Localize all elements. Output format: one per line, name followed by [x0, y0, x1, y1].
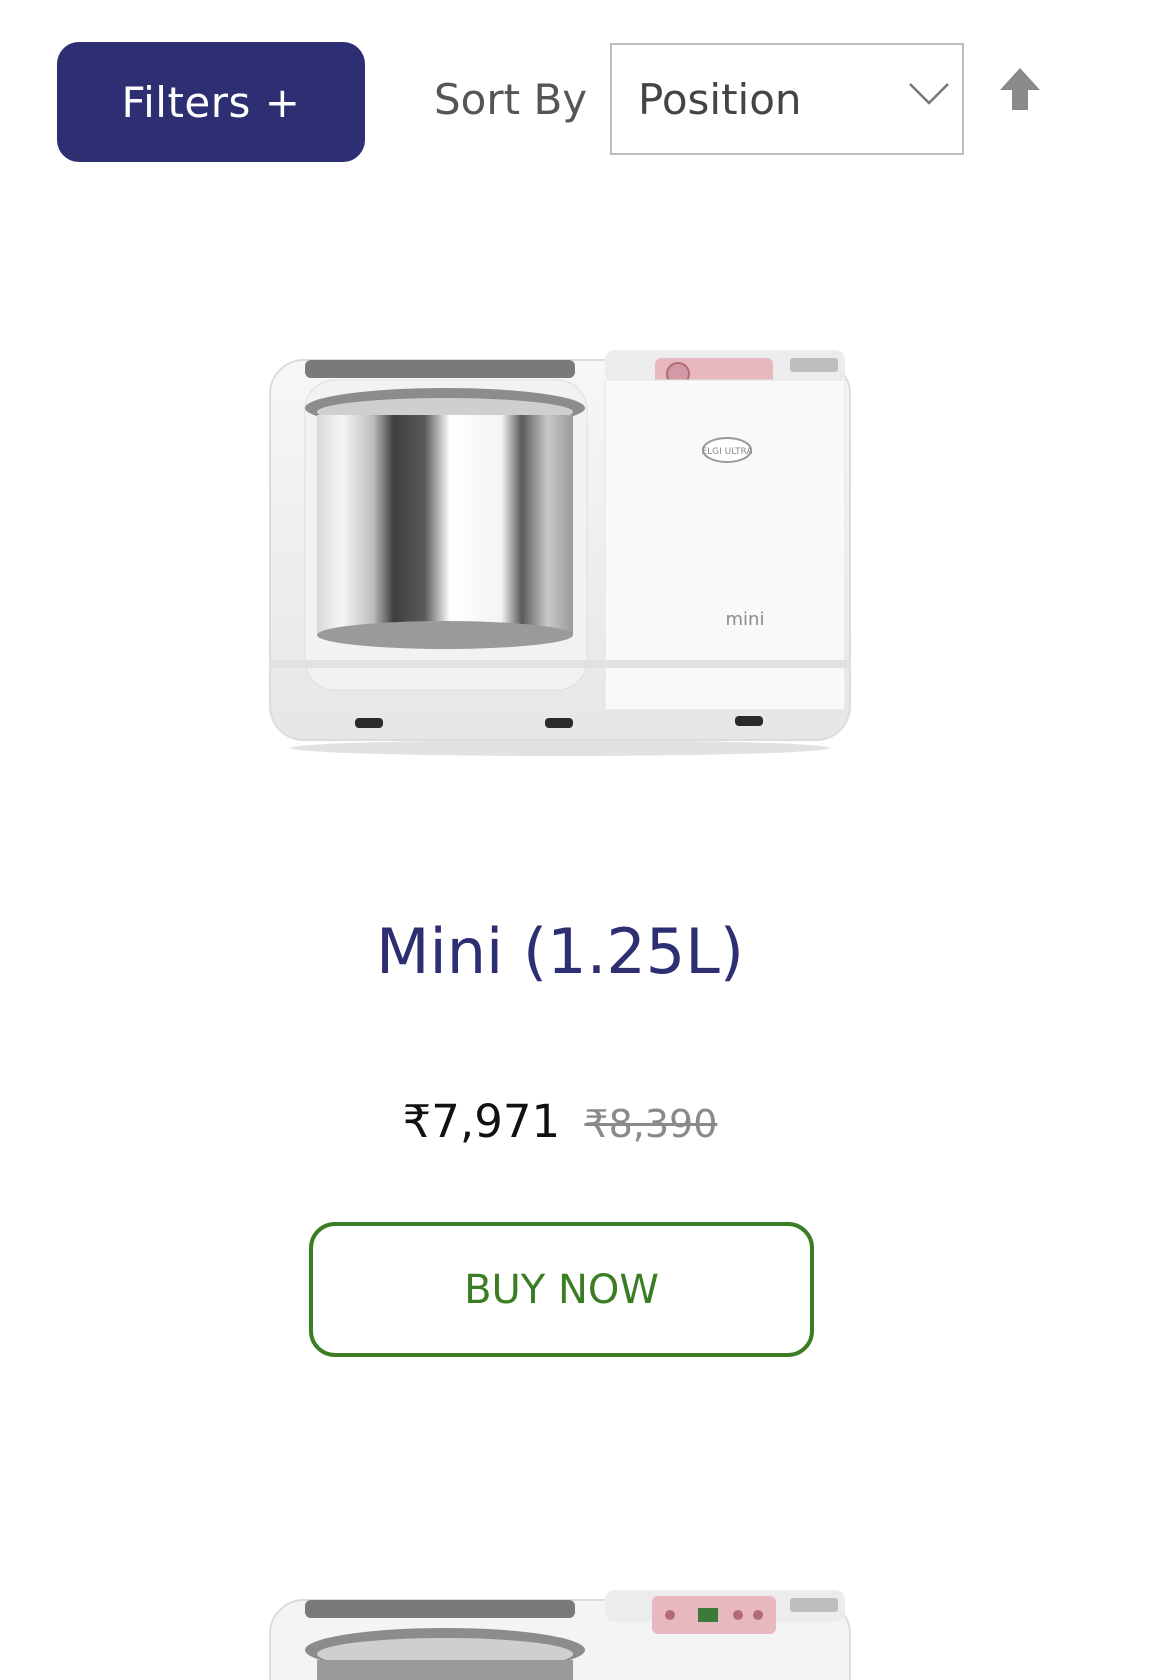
buy-now-label: BUY NOW [464, 1266, 659, 1313]
toolbar: Filters + Sort By Position [0, 0, 1170, 200]
product-name[interactable]: Mini (1.25L) [0, 915, 1120, 988]
sort-by-label: Sort By [434, 75, 588, 124]
brand-badge: ELGI ULTRA [701, 447, 753, 457]
buy-now-button[interactable]: BUY NOW [309, 1222, 814, 1357]
original-price: ₹8,390 [584, 1102, 718, 1146]
filters-button[interactable]: Filters + [57, 42, 365, 162]
arrow-up-icon[interactable] [998, 66, 1042, 112]
chevron-down-icon [909, 83, 949, 105]
price-row: ₹7,971 ₹8,390 [0, 1095, 1120, 1148]
sort-select-value: Position [638, 75, 802, 124]
next-product-image[interactable] [260, 1580, 860, 1680]
sort-select[interactable]: Position [610, 43, 964, 155]
product-card: ELGI ULTRA mini Mini (1.25L) ₹7,971 ₹8,3… [0, 200, 1120, 1380]
product-image-label: mini [726, 609, 765, 630]
filters-button-label: Filters + [121, 77, 301, 127]
current-price: ₹7,971 [402, 1095, 561, 1148]
product-image[interactable]: ELGI ULTRA mini [260, 340, 860, 760]
